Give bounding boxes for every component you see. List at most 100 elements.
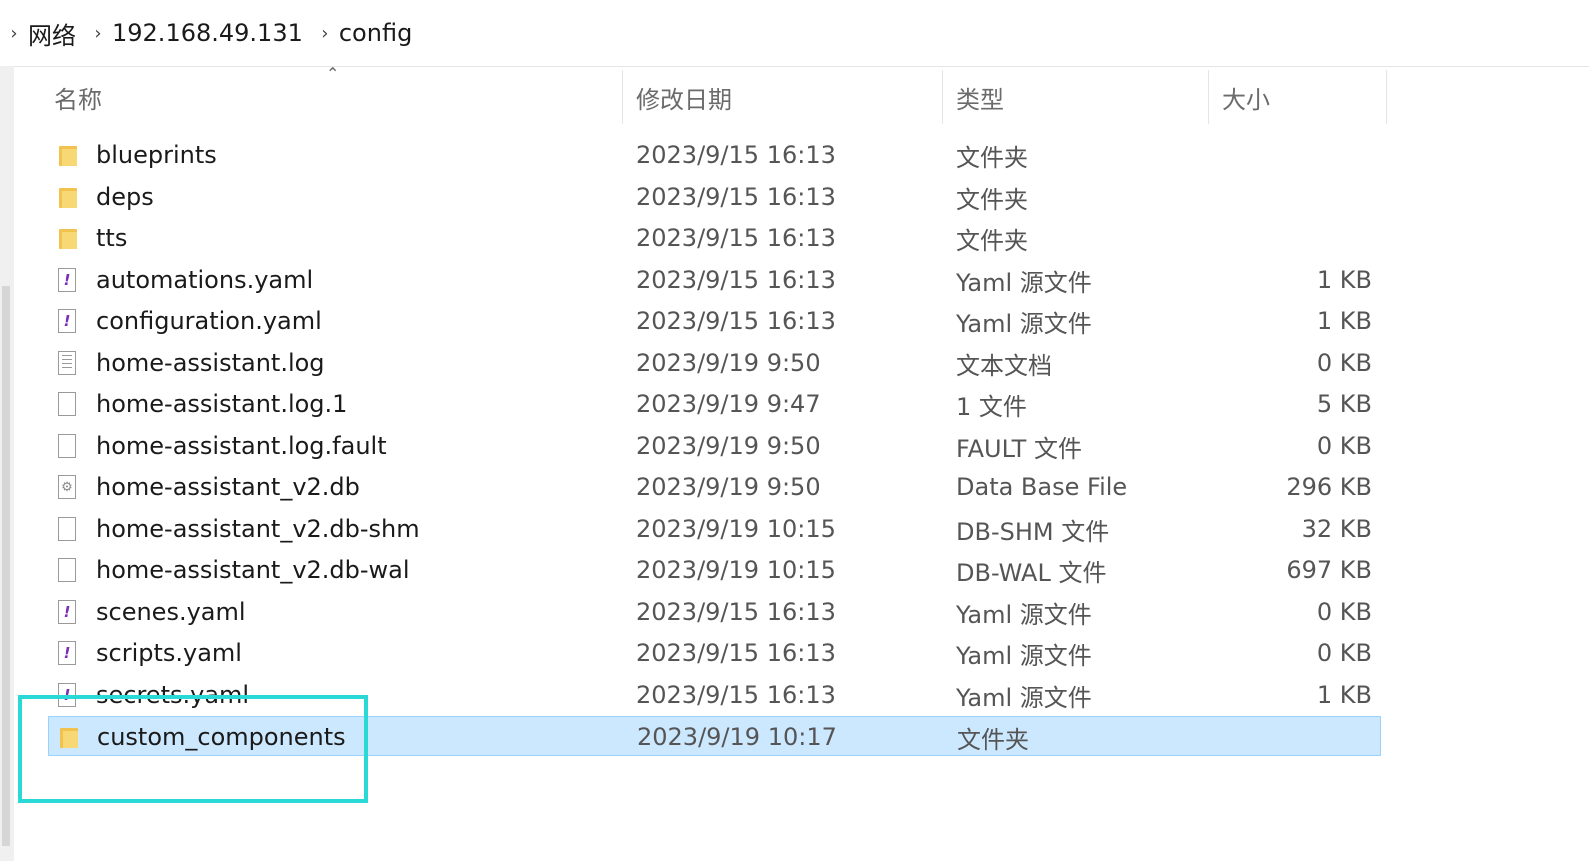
annotation-highlight-box	[18, 695, 368, 803]
file-type: Yaml 源文件	[956, 641, 1092, 670]
file-type: FAULT 文件	[956, 434, 1082, 463]
file-icon-cell	[58, 218, 82, 258]
file-type: Yaml 源文件	[956, 309, 1092, 338]
file-size: 0 KB	[1316, 432, 1372, 460]
file-modified-date: 2023/9/19 9:47	[636, 390, 821, 418]
file-icon-cell: !	[58, 260, 82, 300]
file-name: tts	[96, 224, 128, 252]
navigation-pane-scrollbar[interactable]	[0, 66, 14, 861]
file-modified-date: 2023/9/15 16:13	[636, 266, 836, 294]
file-icon	[58, 434, 76, 458]
column-header-name[interactable]: 名称	[54, 70, 102, 124]
column-divider[interactable]	[1386, 70, 1387, 124]
column-header-date[interactable]: 修改日期	[636, 70, 732, 124]
file-row[interactable]: ! scripts.yaml 2023/9/15 16:13 Yaml 源文件 0 KB	[48, 633, 1381, 673]
file-row[interactable]: home-assistant_v2.db-shm 2023/9/19 10:15 D…	[48, 509, 1381, 549]
file-icon	[58, 517, 76, 541]
column-header-size[interactable]: 大小	[1222, 70, 1270, 124]
file-row[interactable]: home-assistant.log.fault 2023/9/19 9:50 FA…	[48, 426, 1381, 466]
database-file-icon: ⚙	[58, 475, 76, 499]
file-row[interactable]: home-assistant.log.1 2023/9/19 9:47 1 文件 5 …	[48, 384, 1381, 424]
file-type: 文本文档	[956, 351, 1052, 380]
file-size	[1223, 717, 1373, 757]
file-size: 697 KB	[1286, 556, 1372, 584]
file-icon-cell: !	[58, 633, 82, 673]
column-header-type[interactable]: 类型	[956, 70, 1004, 124]
file-type: Yaml 源文件	[956, 268, 1092, 297]
file-row[interactable]: home-assistant_v2.db-wal 2023/9/19 10:15 D…	[48, 550, 1381, 590]
file-row[interactable]: ⚙ home-assistant_v2.db 2023/9/19 9:50 Data …	[48, 467, 1381, 507]
file-row[interactable]: home-assistant.log 2023/9/19 9:50 文本文档 0 KB	[48, 343, 1381, 383]
file-name: home-assistant_v2.db-shm	[96, 515, 420, 543]
file-row[interactable]: deps 2023/9/15 16:13 文件夹	[48, 177, 1381, 217]
file-modified-date: 2023/9/19 10:15	[636, 556, 836, 584]
folder-icon	[58, 144, 78, 166]
file-size	[1222, 218, 1372, 258]
file-modified-date: 2023/9/15 16:13	[636, 307, 836, 335]
yaml-file-icon: !	[58, 309, 76, 333]
breadcrumb-item-network[interactable]: 网络	[28, 16, 76, 51]
file-icon	[58, 558, 76, 582]
file-type: 1 文件	[956, 392, 1027, 421]
file-name: scripts.yaml	[96, 639, 242, 667]
file-type: DB-SHM 文件	[956, 517, 1110, 546]
file-row[interactable]: tts 2023/9/15 16:13 文件夹	[48, 218, 1381, 258]
file-row[interactable]: ! automations.yaml 2023/9/15 16:13 Yaml 源文件…	[48, 260, 1381, 300]
file-size: 0 KB	[1316, 639, 1372, 667]
file-size: 1 KB	[1316, 681, 1372, 709]
file-icon-cell	[58, 177, 82, 217]
file-size	[1222, 135, 1372, 175]
file-type: Yaml 源文件	[956, 683, 1092, 712]
file-modified-date: 2023/9/19 9:50	[636, 432, 821, 460]
file-modified-date: 2023/9/15 16:13	[636, 598, 836, 626]
file-type: 文件夹	[957, 725, 1029, 754]
file-size	[1222, 177, 1372, 217]
file-icon-cell	[58, 343, 82, 383]
yaml-file-icon: !	[58, 268, 76, 292]
file-size: 296 KB	[1286, 473, 1372, 501]
file-modified-date: 2023/9/19 10:17	[637, 723, 837, 751]
file-modified-date: 2023/9/15 16:13	[636, 681, 836, 709]
chevron-right-icon[interactable]: ›	[84, 23, 112, 44]
file-size: 0 KB	[1316, 598, 1372, 626]
file-row[interactable]: ! configuration.yaml 2023/9/15 16:13 Yaml 源…	[48, 301, 1381, 341]
file-name: configuration.yaml	[96, 307, 322, 335]
file-icon-cell	[58, 426, 82, 466]
file-name: home-assistant_v2.db	[96, 473, 360, 501]
file-modified-date: 2023/9/15 16:13	[636, 183, 836, 211]
file-type: Data Base File	[956, 473, 1128, 501]
folder-icon	[58, 227, 78, 249]
file-name: deps	[96, 183, 154, 211]
file-name: home-assistant.log.1	[96, 390, 348, 418]
column-divider[interactable]	[622, 70, 623, 124]
file-modified-date: 2023/9/19 9:50	[636, 349, 821, 377]
file-icon-cell	[58, 135, 82, 175]
chevron-right-icon[interactable]: ›	[311, 23, 339, 44]
file-modified-date: 2023/9/19 10:15	[636, 515, 836, 543]
file-name: home-assistant.log.fault	[96, 432, 387, 460]
breadcrumb-item-config[interactable]: config	[339, 19, 412, 47]
file-size: 1 KB	[1316, 307, 1372, 335]
file-icon-cell	[58, 509, 82, 549]
breadcrumb-item-host[interactable]: 192.168.49.131	[112, 19, 303, 47]
file-icon-cell: ⚙	[58, 467, 82, 507]
file-icon-cell	[58, 384, 82, 424]
breadcrumb: › 网络 › 192.168.49.131 › config	[0, 0, 1589, 67]
yaml-file-icon: !	[58, 600, 76, 624]
scrollbar-thumb[interactable]	[2, 286, 10, 846]
file-modified-date: 2023/9/15 16:13	[636, 141, 836, 169]
file-size: 0 KB	[1316, 349, 1372, 377]
file-row[interactable]: blueprints 2023/9/15 16:13 文件夹	[48, 135, 1381, 175]
column-divider[interactable]	[1208, 70, 1209, 124]
file-size: 5 KB	[1316, 390, 1372, 418]
column-divider[interactable]	[942, 70, 943, 124]
yaml-file-icon: !	[58, 641, 76, 665]
file-size: 32 KB	[1301, 515, 1372, 543]
file-name: home-assistant.log	[96, 349, 325, 377]
file-size: 1 KB	[1316, 266, 1372, 294]
file-row[interactable]: ! scenes.yaml 2023/9/15 16:13 Yaml 源文件 0 KB	[48, 592, 1381, 632]
file-modified-date: 2023/9/19 9:50	[636, 473, 821, 501]
chevron-right-icon[interactable]: ›	[0, 23, 28, 44]
file-type: 文件夹	[956, 226, 1028, 255]
file-modified-date: 2023/9/15 16:13	[636, 639, 836, 667]
